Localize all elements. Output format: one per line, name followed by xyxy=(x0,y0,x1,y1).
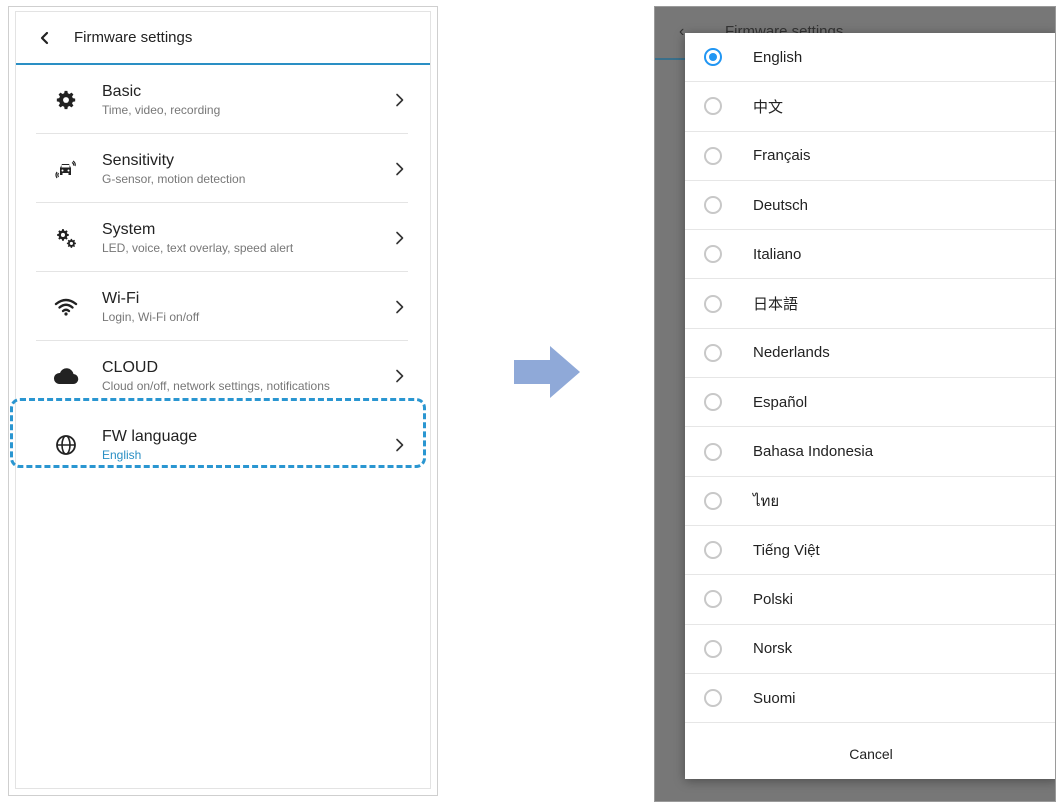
language-label: Tiếng Việt xyxy=(753,541,820,559)
radio-icon[interactable] xyxy=(704,639,722,658)
language-label: Suomi xyxy=(753,689,796,707)
radio-icon[interactable] xyxy=(704,689,722,707)
language-option-japanese[interactable]: 日本語 xyxy=(685,279,1055,329)
menu-item-system[interactable]: System LED, voice, text overlay, speed a… xyxy=(16,203,430,272)
menu-item-sensitivity[interactable]: Sensitivity G-sensor, motion detection xyxy=(16,134,430,203)
chevron-right-icon xyxy=(396,369,404,382)
car-sensor-icon xyxy=(16,158,96,180)
language-option-norwegian[interactable]: Norsk xyxy=(685,625,1055,674)
language-label: Nederlands xyxy=(753,344,830,362)
language-picker-dialog: English 中文 Français Deutsch Italiano 日本語 xyxy=(685,33,1055,779)
language-dialog-screen: ‹ Firmware settings English 中文 Français … xyxy=(654,6,1056,802)
menu-item-title: System xyxy=(102,220,156,238)
radio-icon[interactable] xyxy=(704,245,722,264)
menu-item-subtitle: LED, voice, text overlay, speed alert xyxy=(102,240,294,255)
language-option-finnish[interactable]: Suomi xyxy=(685,674,1055,724)
menu-item-title: CLOUD xyxy=(102,358,159,376)
arrow-right-icon xyxy=(514,346,580,398)
language-label: Norsk xyxy=(753,640,793,658)
menu-item-title: Basic xyxy=(102,82,142,100)
radio-icon[interactable] xyxy=(704,491,722,510)
language-option-spanish[interactable]: Español xyxy=(685,378,1055,428)
menu-item-subtitle: G-sensor, motion detection xyxy=(102,171,246,186)
menu-item-fw-language[interactable]: FW language English xyxy=(16,410,430,479)
screen-frame: Firmware settings Basic Time, video, rec… xyxy=(15,11,431,789)
language-label: Deutsch xyxy=(753,196,809,214)
menu-item-title: Sensitivity xyxy=(102,151,175,169)
language-option-chinese[interactable]: 中文 xyxy=(685,82,1055,132)
language-option-indonesian[interactable]: Bahasa Indonesia xyxy=(685,427,1055,477)
language-list: English 中文 Français Deutsch Italiano 日本語 xyxy=(685,33,1055,724)
wifi-icon xyxy=(16,297,96,317)
language-label: Bahasa Indonesia xyxy=(753,443,874,461)
gears-icon xyxy=(16,226,96,250)
radio-icon[interactable] xyxy=(704,97,722,116)
globe-icon xyxy=(16,434,96,456)
language-label: ไทย xyxy=(753,492,780,510)
menu-item-subtitle: Login, Wi-Fi on/off xyxy=(102,309,200,324)
radio-icon[interactable] xyxy=(704,294,722,313)
dimmed-back-icon: ‹ xyxy=(679,23,685,40)
chevron-right-icon xyxy=(396,231,404,244)
language-option-polish[interactable]: Polski xyxy=(685,575,1055,625)
language-option-french[interactable]: Français xyxy=(685,132,1055,181)
language-option-thai[interactable]: ไทย xyxy=(685,477,1055,526)
language-option-dutch[interactable]: Nederlands xyxy=(685,329,1055,379)
radio-icon[interactable] xyxy=(704,442,722,461)
language-option-italian[interactable]: Italiano xyxy=(685,230,1055,280)
app-bar: Firmware settings xyxy=(16,12,430,65)
radio-icon[interactable] xyxy=(704,590,722,609)
menu-item-title: Wi-Fi xyxy=(102,289,140,307)
chevron-right-icon xyxy=(396,438,404,451)
language-label: English xyxy=(753,48,803,66)
gear-icon xyxy=(16,89,96,111)
language-label: Polski xyxy=(753,590,794,608)
chevron-right-icon xyxy=(396,162,404,175)
menu-item-wifi[interactable]: Wi-Fi Login, Wi-Fi on/off xyxy=(16,272,430,341)
radio-icon[interactable] xyxy=(704,393,722,412)
back-button[interactable] xyxy=(16,12,74,63)
firmware-settings-screen: Firmware settings Basic Time, video, rec… xyxy=(8,6,438,796)
cancel-button[interactable]: Cancel xyxy=(685,729,1055,779)
menu-item-cloud[interactable]: CLOUD Cloud on/off, network settings, no… xyxy=(16,341,430,410)
language-option-vietnamese[interactable]: Tiếng Việt xyxy=(685,526,1055,576)
language-option-english[interactable]: English xyxy=(685,33,1055,83)
cloud-icon xyxy=(16,367,96,385)
page-title: Firmware settings xyxy=(74,29,193,46)
chevron-left-icon xyxy=(40,31,49,44)
chevron-right-icon xyxy=(396,93,404,106)
language-label: Italiano xyxy=(753,245,802,263)
radio-icon[interactable] xyxy=(704,343,722,362)
radio-selected-icon[interactable] xyxy=(704,48,722,67)
language-label: Français xyxy=(753,147,811,165)
settings-menu: Basic Time, video, recording Sensitivity… xyxy=(16,65,430,479)
language-option-german[interactable]: Deutsch xyxy=(685,181,1055,231)
menu-item-subtitle: Time, video, recording xyxy=(102,102,221,117)
chevron-right-icon xyxy=(396,300,404,313)
radio-icon[interactable] xyxy=(704,196,722,215)
menu-item-title: FW language xyxy=(102,427,198,445)
language-label: 中文 xyxy=(753,98,784,116)
radio-icon[interactable] xyxy=(704,541,722,560)
menu-item-subtitle: Cloud on/off, network settings, notifica… xyxy=(102,378,330,393)
current-language-value: English xyxy=(102,447,142,462)
language-label: 日本語 xyxy=(753,296,799,314)
radio-icon[interactable] xyxy=(704,146,722,165)
language-label: Español xyxy=(753,393,808,411)
menu-item-basic[interactable]: Basic Time, video, recording xyxy=(16,65,430,134)
